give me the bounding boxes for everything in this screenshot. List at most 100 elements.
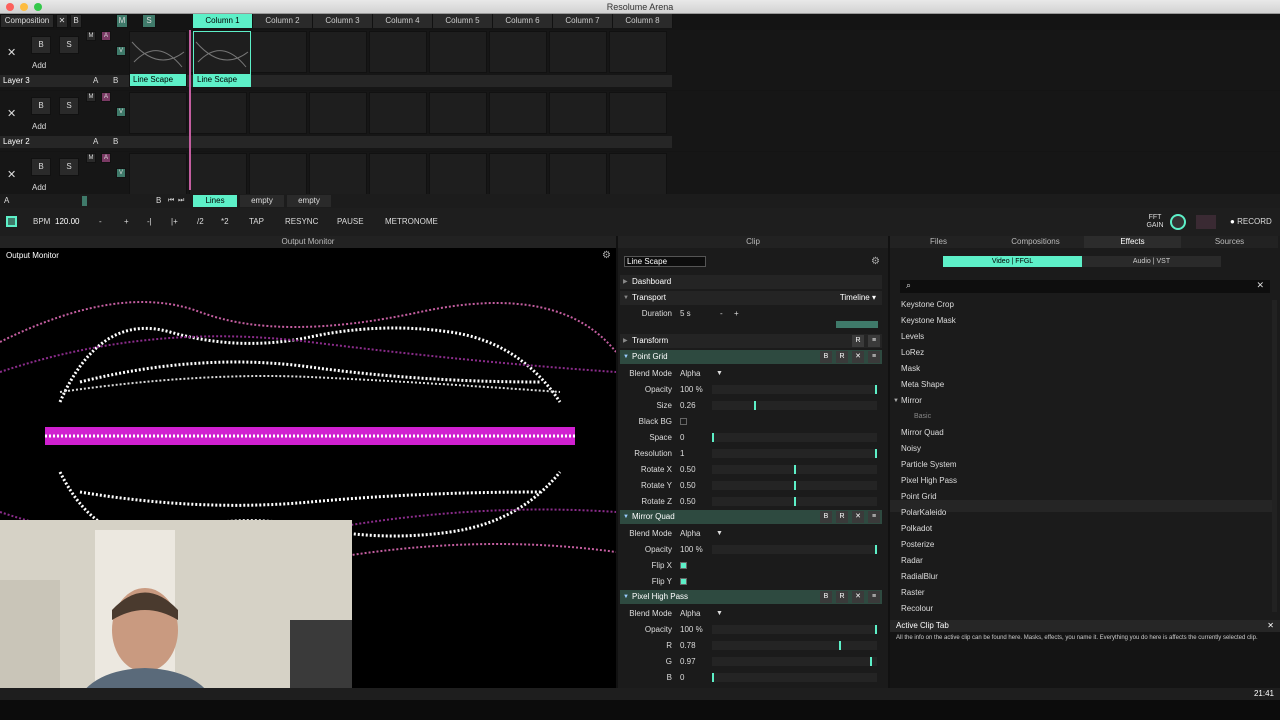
layer-name-bar[interactable] xyxy=(0,136,672,148)
nudge-back-button[interactable]: -| xyxy=(147,208,152,236)
clip-slot[interactable] xyxy=(429,153,487,195)
slider-handle[interactable] xyxy=(754,401,757,410)
clip-slot[interactable] xyxy=(549,31,607,73)
layer-solo-button[interactable]: S xyxy=(59,97,79,115)
clip-slot[interactable] xyxy=(369,31,427,73)
layer-ab-a[interactable]: A xyxy=(93,75,98,87)
effect-bypass-button[interactable]: B xyxy=(820,351,832,363)
double-bpm-button[interactable]: *2 xyxy=(221,208,229,236)
layer-video-button[interactable]: V xyxy=(116,46,126,56)
clip-name-field[interactable]: Line Scape xyxy=(624,256,706,267)
clip-thumbnail[interactable]: Line Scape xyxy=(129,31,187,87)
dropdown-arrow-icon[interactable]: ▼ xyxy=(716,366,723,381)
composition-solo-button[interactable]: S xyxy=(142,14,156,28)
browser-tab-compositions[interactable]: Compositions xyxy=(987,236,1084,248)
column-header-6[interactable]: Column 6 xyxy=(493,14,553,28)
param-checkbox[interactable] xyxy=(680,418,687,425)
composition-close-button[interactable]: ✕ xyxy=(56,14,68,28)
close-window-icon[interactable] xyxy=(6,3,14,11)
layer-a-button[interactable]: A xyxy=(101,92,111,102)
clip-slot[interactable] xyxy=(609,92,667,134)
effect-list-item[interactable]: LoRez xyxy=(901,345,924,361)
param-checkbox[interactable] xyxy=(680,578,687,585)
slider-handle[interactable] xyxy=(839,641,842,650)
clip-slot[interactable] xyxy=(309,92,367,134)
layer-a-button[interactable]: A xyxy=(101,31,111,41)
effect-list-item[interactable]: Mirror Quad xyxy=(901,425,944,441)
clip-slot[interactable] xyxy=(249,153,307,195)
layer-ab-a[interactable]: A xyxy=(93,136,98,148)
effect-list-item[interactable]: Pixel High Pass xyxy=(901,473,957,489)
slider-handle[interactable] xyxy=(875,385,877,394)
help-close-button[interactable]: ✕ xyxy=(1267,620,1274,632)
monitor-settings-icon[interactable]: ⚙ xyxy=(602,250,611,261)
clip-settings-icon[interactable]: ⚙ xyxy=(871,256,880,267)
param-value[interactable]: 0.50 xyxy=(680,494,696,509)
layer-clear-button[interactable]: ✕ xyxy=(7,168,16,181)
slider-handle[interactable] xyxy=(875,625,877,634)
layer-mute-button[interactable]: M xyxy=(86,153,96,163)
param-slider[interactable] xyxy=(712,465,877,474)
effect-menu-button[interactable]: ≡ xyxy=(868,351,880,363)
next-deck-icon[interactable]: ⏭ xyxy=(178,195,186,207)
browser-tab-sources[interactable]: Sources xyxy=(1181,236,1278,248)
search-input[interactable]: ⌕ ✕ xyxy=(900,280,1270,293)
layer-mute-button[interactable]: M xyxy=(86,92,96,102)
transform-reset-button[interactable]: R xyxy=(852,335,864,347)
timeline-dropdown[interactable]: Timeline ▾ xyxy=(840,291,876,305)
effect-list-item[interactable]: Mirror xyxy=(901,393,922,409)
browser-scrollbar[interactable] xyxy=(1272,300,1277,612)
layer-video-button[interactable]: V xyxy=(116,168,126,178)
effect-menu-button[interactable]: ≡ xyxy=(868,591,880,603)
nudge-forward-button[interactable]: |+ xyxy=(171,208,178,236)
effect-remove-button[interactable]: ✕ xyxy=(852,351,864,363)
slider-handle[interactable] xyxy=(870,657,873,666)
param-value[interactable]: 0.97 xyxy=(680,654,696,669)
effect-list-item[interactable]: PolarKaleido xyxy=(901,505,946,521)
layer-bypass-button[interactable]: B xyxy=(31,36,51,54)
param-slider[interactable] xyxy=(712,545,877,554)
column-header-8[interactable]: Column 8 xyxy=(613,14,673,28)
prev-deck-icon[interactable]: ⏮ xyxy=(168,195,176,207)
composition-button[interactable]: Composition xyxy=(0,14,54,28)
clip-slot[interactable] xyxy=(549,153,607,195)
param-value[interactable]: 0 xyxy=(680,430,684,445)
transform-section[interactable]: ▶ Transform R ≡ xyxy=(620,334,882,348)
effect-header[interactable]: ▼ Pixel High Pass B R ✕ ≡ xyxy=(620,590,882,604)
clip-slot[interactable] xyxy=(309,153,367,195)
effect-list-item[interactable]: RadialBlur xyxy=(901,569,938,585)
gain-knob[interactable] xyxy=(1170,214,1186,230)
effect-reset-button[interactable]: R xyxy=(836,591,848,603)
param-value[interactable]: 0.50 xyxy=(680,478,696,493)
clip-slot[interactable] xyxy=(189,92,247,134)
bpm-minus-button[interactable]: - xyxy=(99,208,102,236)
column-header-1[interactable]: Column 1 xyxy=(193,14,253,28)
clip-slot[interactable] xyxy=(429,31,487,73)
expanded-arrow-icon[interactable]: ▼ xyxy=(893,393,899,409)
effect-list-item[interactable]: Mask xyxy=(901,361,920,377)
layer-add-button[interactable]: Add xyxy=(32,182,46,194)
param-value[interactable]: 0 xyxy=(680,670,684,685)
subtab-video[interactable]: Video | FFGL xyxy=(943,256,1082,267)
layer-video-button[interactable]: V xyxy=(116,107,126,117)
half-bpm-button[interactable]: /2 xyxy=(197,208,204,236)
param-slider[interactable] xyxy=(712,401,877,410)
layer-solo-button[interactable]: S xyxy=(59,36,79,54)
effect-reset-button[interactable]: R xyxy=(836,511,848,523)
deck-tab-lines[interactable]: Lines xyxy=(193,195,237,207)
clip-slot[interactable] xyxy=(489,31,547,73)
effect-header[interactable]: ▼ Mirror Quad B R ✕ ≡ xyxy=(620,510,882,524)
clear-search-icon[interactable]: ✕ xyxy=(1256,280,1264,291)
slider-handle[interactable] xyxy=(875,449,877,458)
deck-tab-empty-1[interactable]: empty xyxy=(240,195,284,207)
param-value[interactable]: 100 % xyxy=(680,382,703,397)
param-value[interactable]: Alpha xyxy=(680,366,700,381)
layer-ab-b[interactable]: B xyxy=(113,136,118,148)
effect-bypass-button[interactable]: B xyxy=(820,511,832,523)
slider-handle[interactable] xyxy=(793,497,796,506)
clip-slot[interactable] xyxy=(549,92,607,134)
slider-handle[interactable] xyxy=(793,465,796,474)
metronome-button[interactable]: METRONOME xyxy=(385,208,438,236)
column-header-3[interactable]: Column 3 xyxy=(313,14,373,28)
layer-ab-b[interactable]: B xyxy=(113,75,118,87)
